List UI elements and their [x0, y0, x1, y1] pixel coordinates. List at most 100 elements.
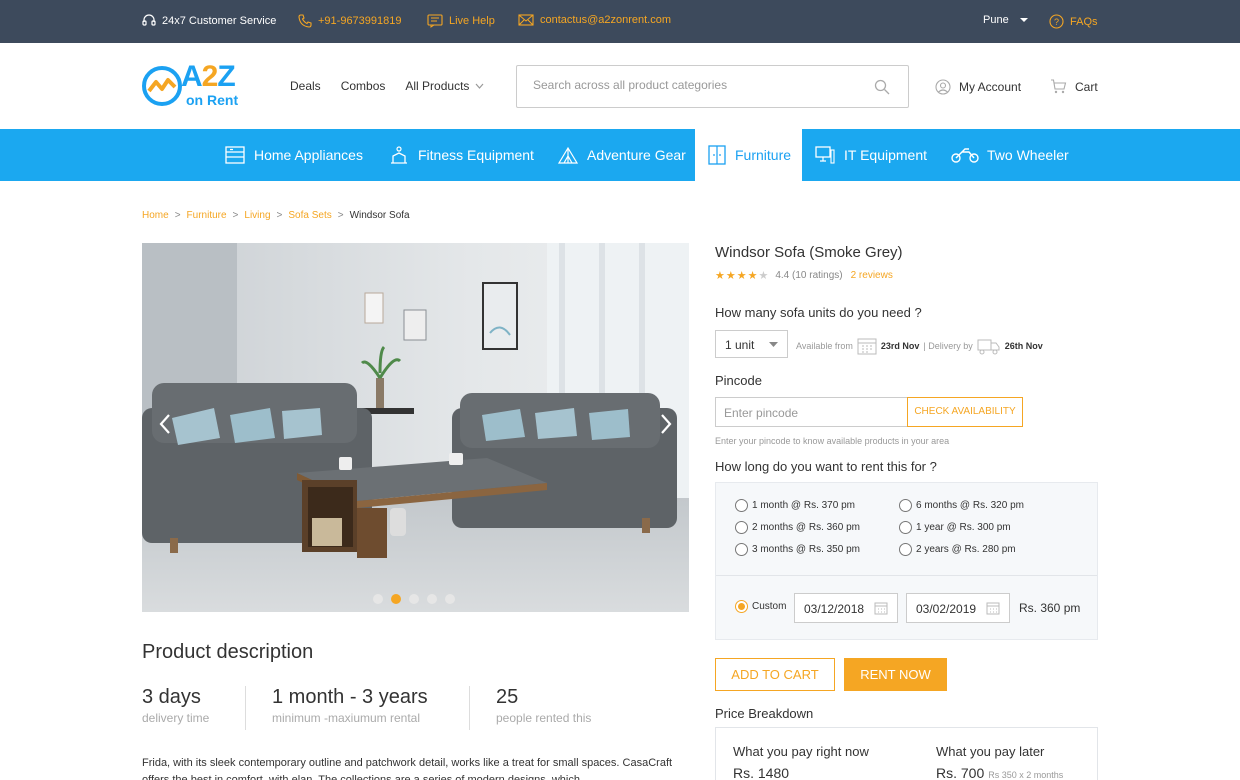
next-arrow-icon[interactable]: [659, 413, 673, 435]
delivery-by-label: | Delivery by: [923, 341, 973, 351]
calendar-icon: [857, 338, 877, 355]
radio-button[interactable]: [735, 543, 748, 556]
custom-from-date[interactable]: 03/12/2018: [794, 593, 898, 623]
faqs-link[interactable]: ? FAQs: [1049, 14, 1098, 29]
email-link[interactable]: contactus@a2zonrent.com: [518, 14, 671, 26]
product-title: Windsor Sofa (Smoke Grey): [715, 244, 903, 261]
nav-deals[interactable]: Deals: [290, 79, 321, 93]
email-address[interactable]: contactus@a2zonrent.com: [540, 14, 671, 26]
phone-number[interactable]: +91-9673991819: [318, 15, 402, 27]
category-label[interactable]: Fitness Equipment: [418, 147, 534, 163]
breadcrumb-current: Windsor Sofa: [349, 210, 410, 221]
radio-button[interactable]: [899, 521, 912, 534]
radio-button[interactable]: [899, 543, 912, 556]
pay-later-label: What you pay later: [936, 744, 1045, 759]
search-box[interactable]: [516, 65, 909, 108]
unit-select-value[interactable]: 1 unit: [725, 338, 754, 352]
mail-icon: [518, 14, 534, 26]
rent-option-label[interactable]: 3 months @ Rs. 350 pm: [752, 544, 860, 555]
cart-label[interactable]: Cart: [1075, 80, 1098, 94]
faqs-label[interactable]: FAQs: [1070, 16, 1098, 28]
custom-to-date[interactable]: 03/02/2019: [906, 593, 1010, 623]
add-to-cart-button[interactable]: ADD TO CART: [715, 658, 835, 691]
radio-button[interactable]: [735, 521, 748, 534]
rent-option-2-months[interactable]: 2 months @ Rs. 360 pm: [735, 521, 860, 534]
unit-select[interactable]: 1 unit: [715, 330, 788, 358]
my-account-label[interactable]: My Account: [959, 80, 1021, 94]
breadcrumb-sofa-sets[interactable]: Sofa Sets: [288, 210, 331, 221]
live-help-label[interactable]: Live Help: [449, 15, 495, 27]
stat-label: minimum -maxiumum rental: [272, 711, 421, 725]
slide-dot[interactable]: [409, 594, 419, 604]
cart-link[interactable]: Cart: [1050, 79, 1098, 94]
slide-dot[interactable]: [445, 594, 455, 604]
slide-indicators: [373, 594, 455, 604]
category-label[interactable]: Furniture: [735, 147, 791, 163]
category-home-appliances[interactable]: Home Appliances: [224, 129, 363, 181]
category-it-equipment[interactable]: IT Equipment: [814, 129, 927, 181]
my-account-link[interactable]: My Account: [935, 79, 1021, 95]
pincode-input[interactable]: [724, 406, 894, 420]
pincode-field[interactable]: [715, 397, 908, 427]
rent-option-label[interactable]: 6 months @ Rs. 320 pm: [916, 500, 1024, 511]
calendar-icon[interactable]: [874, 602, 888, 615]
category-label[interactable]: IT Equipment: [844, 147, 927, 163]
caret-down-icon: [1019, 18, 1028, 22]
category-furniture[interactable]: Furniture: [695, 129, 802, 181]
logo[interactable]: A2Z on Rent: [141, 62, 253, 110]
slide-dot[interactable]: [373, 594, 383, 604]
custom-to-value[interactable]: 03/02/2019: [916, 602, 976, 616]
stat-divider: [245, 686, 246, 730]
search-icon[interactable]: [874, 79, 890, 95]
category-two-wheeler[interactable]: Two Wheeler: [951, 129, 1069, 181]
live-help-link[interactable]: Live Help: [427, 14, 495, 28]
rent-option-3-months[interactable]: 3 months @ Rs. 350 pm: [735, 543, 860, 556]
radio-button-selected[interactable]: [735, 600, 748, 613]
category-label[interactable]: Two Wheeler: [987, 147, 1069, 163]
category-fitness-equipment[interactable]: Fitness Equipment: [388, 129, 534, 181]
category-label[interactable]: Adventure Gear: [587, 147, 686, 163]
breadcrumb-furniture[interactable]: Furniture: [187, 210, 227, 221]
stat-rental-duration: 1 month - 3 years minimum -maxiumum rent…: [272, 686, 428, 725]
rent-option-label[interactable]: 1 month @ Rs. 370 pm: [752, 500, 855, 511]
calendar-icon[interactable]: [986, 602, 1000, 615]
slide-dot[interactable]: [427, 594, 437, 604]
rent-option-label[interactable]: Custom: [752, 601, 786, 612]
check-availability-button[interactable]: CHECK AVAILABILITY: [907, 397, 1023, 427]
main-nav: Deals Combos All Products: [290, 79, 484, 93]
logo-mark-icon: [142, 66, 182, 106]
city-selector[interactable]: Pune: [983, 14, 1029, 26]
previous-arrow-icon[interactable]: [158, 413, 172, 435]
city-label[interactable]: Pune: [983, 14, 1009, 26]
rent-option-label[interactable]: 2 months @ Rs. 360 pm: [752, 522, 860, 533]
custom-from-value[interactable]: 03/12/2018: [804, 602, 864, 616]
slide-dot-active[interactable]: [391, 594, 401, 604]
rent-option-1-month[interactable]: 1 month @ Rs. 370 pm: [735, 499, 855, 512]
radio-button[interactable]: [735, 499, 748, 512]
breadcrumb-home[interactable]: Home: [142, 210, 169, 221]
rent-option-label[interactable]: 1 year @ Rs. 300 pm: [916, 522, 1011, 533]
reviews-link[interactable]: 2 reviews: [851, 270, 893, 281]
radio-button[interactable]: [899, 499, 912, 512]
category-adventure-gear[interactable]: Adventure Gear: [557, 129, 686, 181]
product-image: [142, 243, 689, 612]
description-text: Frida, with its sleek contemporary outli…: [142, 757, 673, 780]
nav-all-products[interactable]: All Products: [405, 79, 484, 93]
breadcrumb-living[interactable]: Living: [244, 210, 270, 221]
category-label[interactable]: Home Appliances: [254, 147, 363, 163]
nav-combos[interactable]: Combos: [341, 79, 386, 93]
rent-option-label[interactable]: 2 years @ Rs. 280 pm: [916, 544, 1016, 555]
site-header: A2Z on Rent Deals Combos All Products My…: [0, 43, 1240, 129]
stat-divider: [469, 686, 470, 730]
rent-option-1-year[interactable]: 1 year @ Rs. 300 pm: [899, 521, 1011, 534]
description-title: Product description: [142, 641, 314, 663]
fridge-icon: [225, 146, 245, 164]
rent-now-button[interactable]: RENT NOW: [844, 658, 947, 691]
pay-later-value: Rs. 700: [936, 765, 985, 780]
rent-option-2-years[interactable]: 2 years @ Rs. 280 pm: [899, 543, 1016, 556]
phone-link[interactable]: +91-9673991819: [298, 14, 402, 28]
search-input[interactable]: [533, 78, 863, 92]
rent-option-6-months[interactable]: 6 months @ Rs. 320 pm: [899, 499, 1024, 512]
nav-all-products-label[interactable]: All Products: [405, 79, 469, 93]
rent-option-custom[interactable]: Custom: [735, 600, 786, 613]
